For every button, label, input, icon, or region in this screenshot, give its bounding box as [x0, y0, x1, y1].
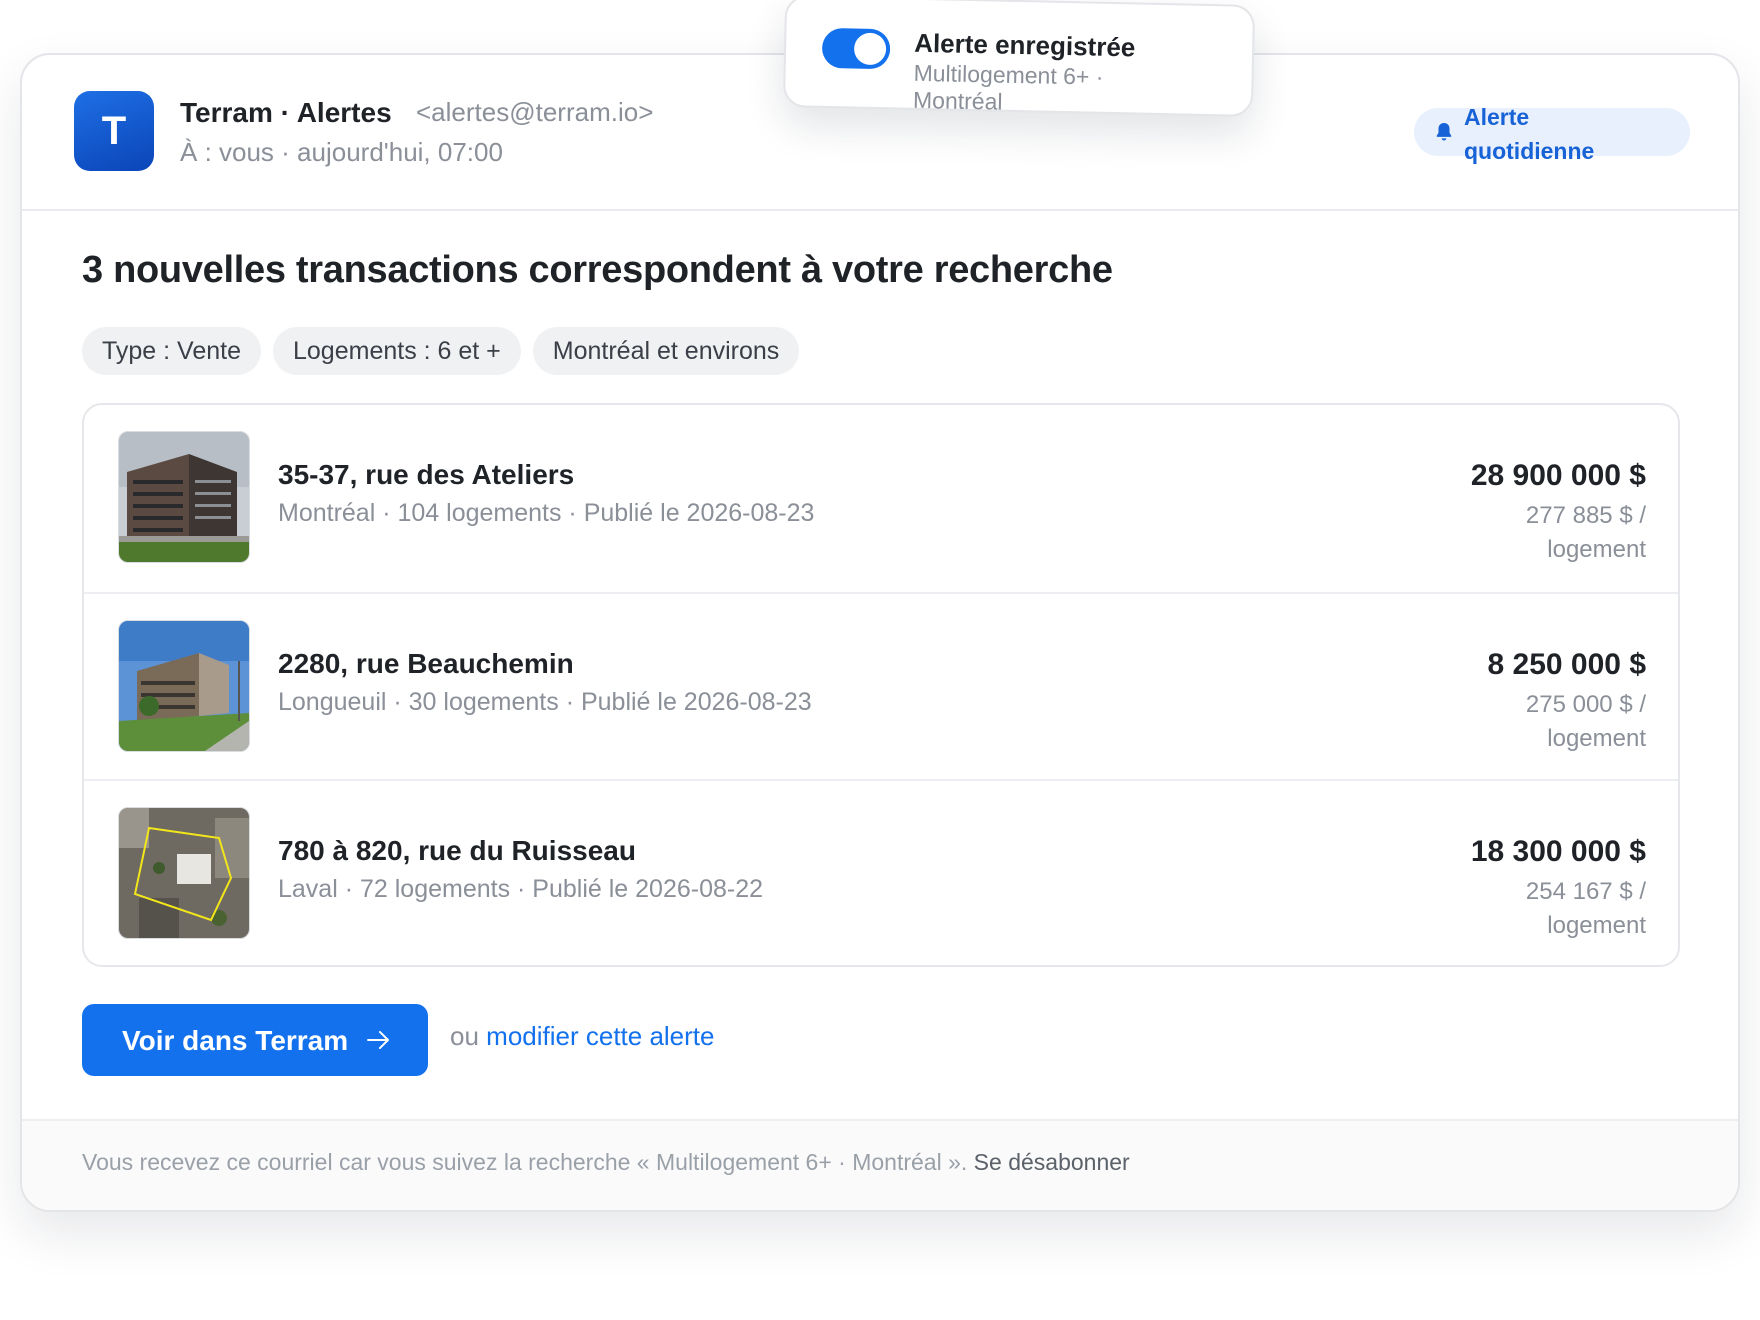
- toggle-knob: [853, 32, 887, 66]
- toast-title: Alerte enregistrée: [913, 27, 1136, 63]
- email-footer: Vous recevez ce courriel car vous suivez…: [22, 1119, 1738, 1210]
- or-text: ou: [450, 1021, 479, 1051]
- listing-address[interactable]: 35-37, rue des Ateliers: [278, 459, 574, 491]
- listing-photo: [118, 620, 250, 752]
- sender-email[interactable]: <alertes@terram.io>: [416, 97, 653, 128]
- footer-text: Vous recevez ce courriel car vous suivez…: [82, 1149, 1130, 1176]
- listing-photo: [118, 807, 250, 939]
- alt-action: ou modifier cette alerte: [450, 1021, 714, 1052]
- unsubscribe-link[interactable]: Se désabonner: [974, 1149, 1130, 1175]
- chip-type: Type : Vente: [82, 327, 261, 375]
- alert-toggle-switch[interactable]: [821, 27, 891, 70]
- email-title: 3 nouvelles transactions correspondent à…: [82, 249, 1113, 291]
- listing-price: 8 250 000 $: [1487, 648, 1646, 681]
- modify-alert-link[interactable]: modifier cette alerte: [486, 1021, 714, 1051]
- arrow-right-icon: [367, 1031, 389, 1049]
- bell-icon: [1436, 123, 1452, 141]
- listing-price: 18 300 000 $: [1470, 835, 1646, 868]
- email-card: T Terram · Alertes <alertes@terram.io> À…: [20, 53, 1740, 1212]
- sender-name: Terram · Alertes: [180, 97, 392, 128]
- listing-row[interactable]: 780 à 820, rue du Ruisseau Laval · 72 lo…: [84, 779, 1678, 965]
- frequency-badge: Alerte quotidienne: [1414, 104, 1690, 164]
- view-in-terram-button[interactable]: Voir dans Terram: [82, 1004, 428, 1076]
- alert-saved-toast: Alerte enregistrée Multilogement 6+ · Mo…: [782, 0, 1256, 117]
- listing-row[interactable]: 35-37, rue des Ateliers Montréal · 104 l…: [84, 405, 1678, 591]
- listing-list: 35-37, rue des Ateliers Montréal · 104 l…: [82, 403, 1680, 967]
- listing-price-per-unit: 254 167 $ / logement: [1525, 878, 1646, 939]
- listing-photo: [118, 431, 250, 563]
- listing-price-per-unit: 277 885 $ / logement: [1525, 502, 1646, 563]
- sender-logo: T: [74, 91, 154, 171]
- listing-row[interactable]: 2280, rue Beauchemin Longueuil · 30 loge…: [84, 592, 1678, 780]
- listing-price-per-unit: 275 000 $ / logement: [1525, 691, 1646, 752]
- toast-subtitle: Multilogement 6+ · Montréal: [912, 59, 1104, 115]
- listing-price: 28 900 000 $: [1470, 459, 1646, 492]
- email-meta: À : vous · aujourd'hui, 07:00: [180, 137, 503, 167]
- filter-chips: Type : Vente Logements : 6 et + Montréal…: [82, 327, 800, 375]
- listing-address[interactable]: 2280, rue Beauchemin: [278, 648, 574, 680]
- listing-details: Montréal · 104 logements · Publié le 202…: [278, 499, 815, 527]
- chip-units: Logements : 6 et +: [273, 327, 521, 375]
- badge-label: Alerte quotidienne: [1464, 104, 1595, 164]
- footer-notice: Vous recevez ce courriel car vous suivez…: [82, 1149, 968, 1175]
- listing-address[interactable]: 780 à 820, rue du Ruisseau: [278, 835, 636, 867]
- chip-region: Montréal et environs: [532, 327, 800, 375]
- listing-details: Laval · 72 logements · Publié le 2026-08…: [278, 875, 764, 903]
- listing-details: Longueuil · 30 logements · Publié le 202…: [278, 688, 812, 716]
- cta-label: Voir dans Terram: [122, 1025, 349, 1056]
